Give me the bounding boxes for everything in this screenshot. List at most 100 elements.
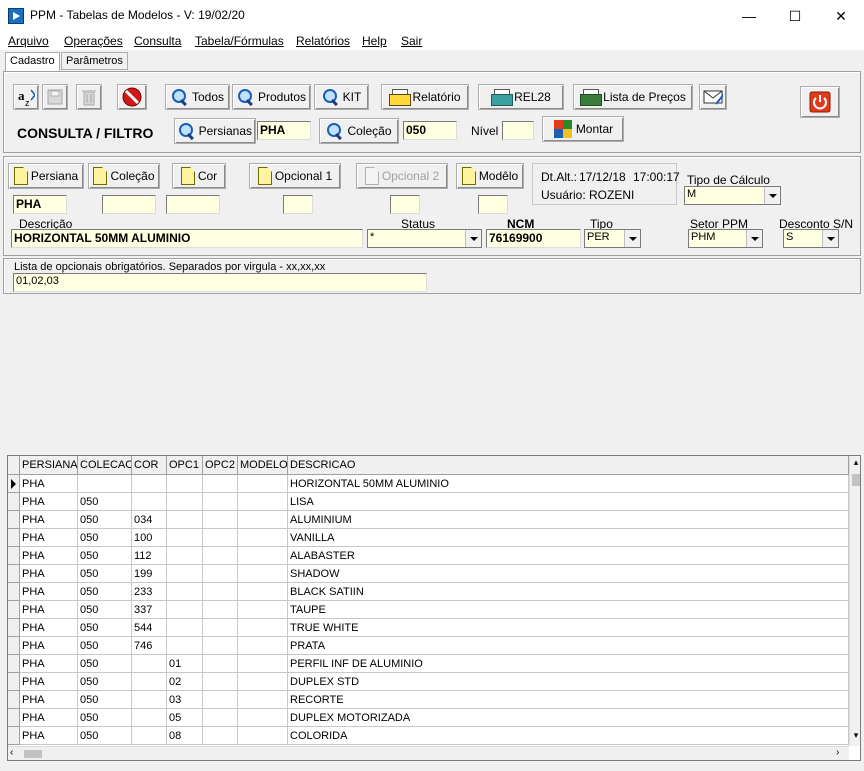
grid-cell-opc1[interactable]: 01 [167,655,203,673]
grid-cell-modelo[interactable] [238,709,288,727]
scroll-down-icon[interactable]: ▾ [850,730,860,744]
grid-cell-opc2[interactable] [203,601,238,619]
menu-consulta[interactable]: Consulta [134,34,181,48]
colecao-field-button[interactable]: Coleção [88,163,160,189]
grid-cell-modelo[interactable] [238,475,288,493]
grid-cell-opc2[interactable] [203,529,238,547]
desconto-select[interactable]: S [783,229,839,248]
grid-cell-modelo[interactable] [238,619,288,637]
power-button[interactable] [800,86,840,118]
opcional1-input[interactable] [283,195,313,214]
grid-cell-descricao[interactable]: TRUE WHITE [288,619,849,637]
grid-cell-persiana[interactable]: PHA [20,475,78,493]
grid-cell-persiana[interactable]: PHA [20,727,78,745]
grid-cell-opc2[interactable] [203,691,238,709]
descricao-input[interactable]: HORIZONTAL 50MM ALUMINIO [11,229,363,248]
grid-cell-modelo[interactable] [238,691,288,709]
opcionais-input[interactable]: 01,02,03 [13,273,427,292]
row-indicator[interactable] [8,511,20,529]
grid-cell-colecao[interactable]: 050 [78,565,132,583]
grid-cell-descricao[interactable]: DUPLEX MOTORIZADA [288,709,849,727]
grid-cell-cor[interactable]: 544 [132,619,167,637]
grid-cell-opc1[interactable]: 03 [167,691,203,709]
cor-button[interactable]: Cor [172,163,226,189]
grid-cell-persiana[interactable]: PHA [20,637,78,655]
grid-cell-modelo[interactable] [238,637,288,655]
todos-button[interactable]: Todos [165,84,230,110]
grid-cell-opc2[interactable] [203,547,238,565]
row-indicator[interactable] [8,547,20,565]
grid-cell-colecao[interactable]: 050 [78,529,132,547]
row-indicator[interactable] [8,601,20,619]
menu-arquivo[interactable]: Arquivo [8,34,49,48]
grid-cell-modelo[interactable] [238,511,288,529]
grid-cell-persiana[interactable]: PHA [20,673,78,691]
grid-cell-opc2[interactable] [203,637,238,655]
grid-cell-descricao[interactable]: BLACK SATIIN [288,583,849,601]
grid-cell-colecao[interactable]: 050 [78,673,132,691]
grid-cell-modelo[interactable] [238,529,288,547]
grid-cell-colecao[interactable]: 050 [78,709,132,727]
grid-cell-cor[interactable]: 034 [132,511,167,529]
grid-cell-opc2[interactable] [203,565,238,583]
grid-cell-descricao[interactable]: DUPLEX STD [288,673,849,691]
grid-cell-persiana[interactable]: PHA [20,655,78,673]
grid-cell-descricao[interactable]: VANILLA [288,529,849,547]
tab-cadastro[interactable]: Cadastro [5,52,60,71]
grid-cell-cor[interactable] [132,727,167,745]
grid-cell-colecao[interactable]: 050 [78,511,132,529]
grid-cell-modelo[interactable] [238,547,288,565]
grid-cell-colecao[interactable] [78,475,132,493]
grid-cell-cor[interactable]: 112 [132,547,167,565]
sort-az-button[interactable]: az [13,84,39,110]
grid-cell-descricao[interactable]: RECORTE [288,691,849,709]
grid-cell-modelo[interactable] [238,655,288,673]
scroll-left-icon[interactable]: ‹ [10,747,22,760]
row-indicator[interactable] [8,493,20,511]
grid-cell-colecao[interactable]: 050 [78,727,132,745]
row-indicator[interactable] [8,673,20,691]
grid-cell-persiana[interactable]: PHA [20,565,78,583]
maximize-button[interactable]: ☐ [772,0,818,32]
colecao-button[interactable]: Coleção [319,118,399,144]
grid-cell-cor[interactable]: 746 [132,637,167,655]
lista-precos-button[interactable]: Lista de Preços [573,84,693,110]
column-header-persiana[interactable]: PERSIANA [20,456,78,475]
ncm-input[interactable]: 76169900 [486,229,581,248]
grid-cell-cor[interactable]: 233 [132,583,167,601]
column-header-descricao[interactable]: DESCRICAO [288,456,849,475]
menu-help[interactable]: Help [362,34,387,48]
minimize-button[interactable]: — [726,0,772,32]
rel28-button[interactable]: REL28 [478,84,564,110]
grid-cell-opc1[interactable] [167,511,203,529]
grid-cell-modelo[interactable] [238,493,288,511]
opcional1-button[interactable]: Opcional 1 [249,163,341,189]
grid-cell-persiana[interactable]: PHA [20,583,78,601]
menu-tabela-formulas[interactable]: Tabela/Fórmulas [195,34,284,48]
grid-cell-colecao[interactable]: 050 [78,493,132,511]
grid-cell-opc1[interactable] [167,619,203,637]
tipo-select[interactable]: PER [584,229,641,248]
grid-cell-cor[interactable] [132,655,167,673]
persianas-filter-input[interactable]: PHA [257,121,311,140]
delete-button[interactable] [76,84,102,110]
grid-cell-opc1[interactable] [167,529,203,547]
setor-select[interactable]: PHM [688,229,763,248]
menu-sair[interactable]: Sair [401,34,422,48]
grid-cell-modelo[interactable] [238,601,288,619]
scroll-up-icon[interactable]: ▴ [850,457,860,471]
row-indicator[interactable] [8,709,20,727]
opcional2-button[interactable]: Opcional 2 [356,163,448,189]
grid-cell-opc2[interactable] [203,655,238,673]
grid-cell-descricao[interactable]: ALUMINIUM [288,511,849,529]
grid-cell-opc2[interactable] [203,619,238,637]
grid-cell-opc2[interactable] [203,727,238,745]
grid-cell-colecao[interactable]: 050 [78,655,132,673]
grid-cell-opc1[interactable]: 05 [167,709,203,727]
grid-cell-cor[interactable] [132,709,167,727]
grid-cell-persiana[interactable]: PHA [20,493,78,511]
grid-cell-opc1[interactable] [167,547,203,565]
grid-cell-descricao[interactable]: PRATA [288,637,849,655]
grid-cell-opc1[interactable]: 08 [167,727,203,745]
cor-input[interactable] [166,195,220,214]
